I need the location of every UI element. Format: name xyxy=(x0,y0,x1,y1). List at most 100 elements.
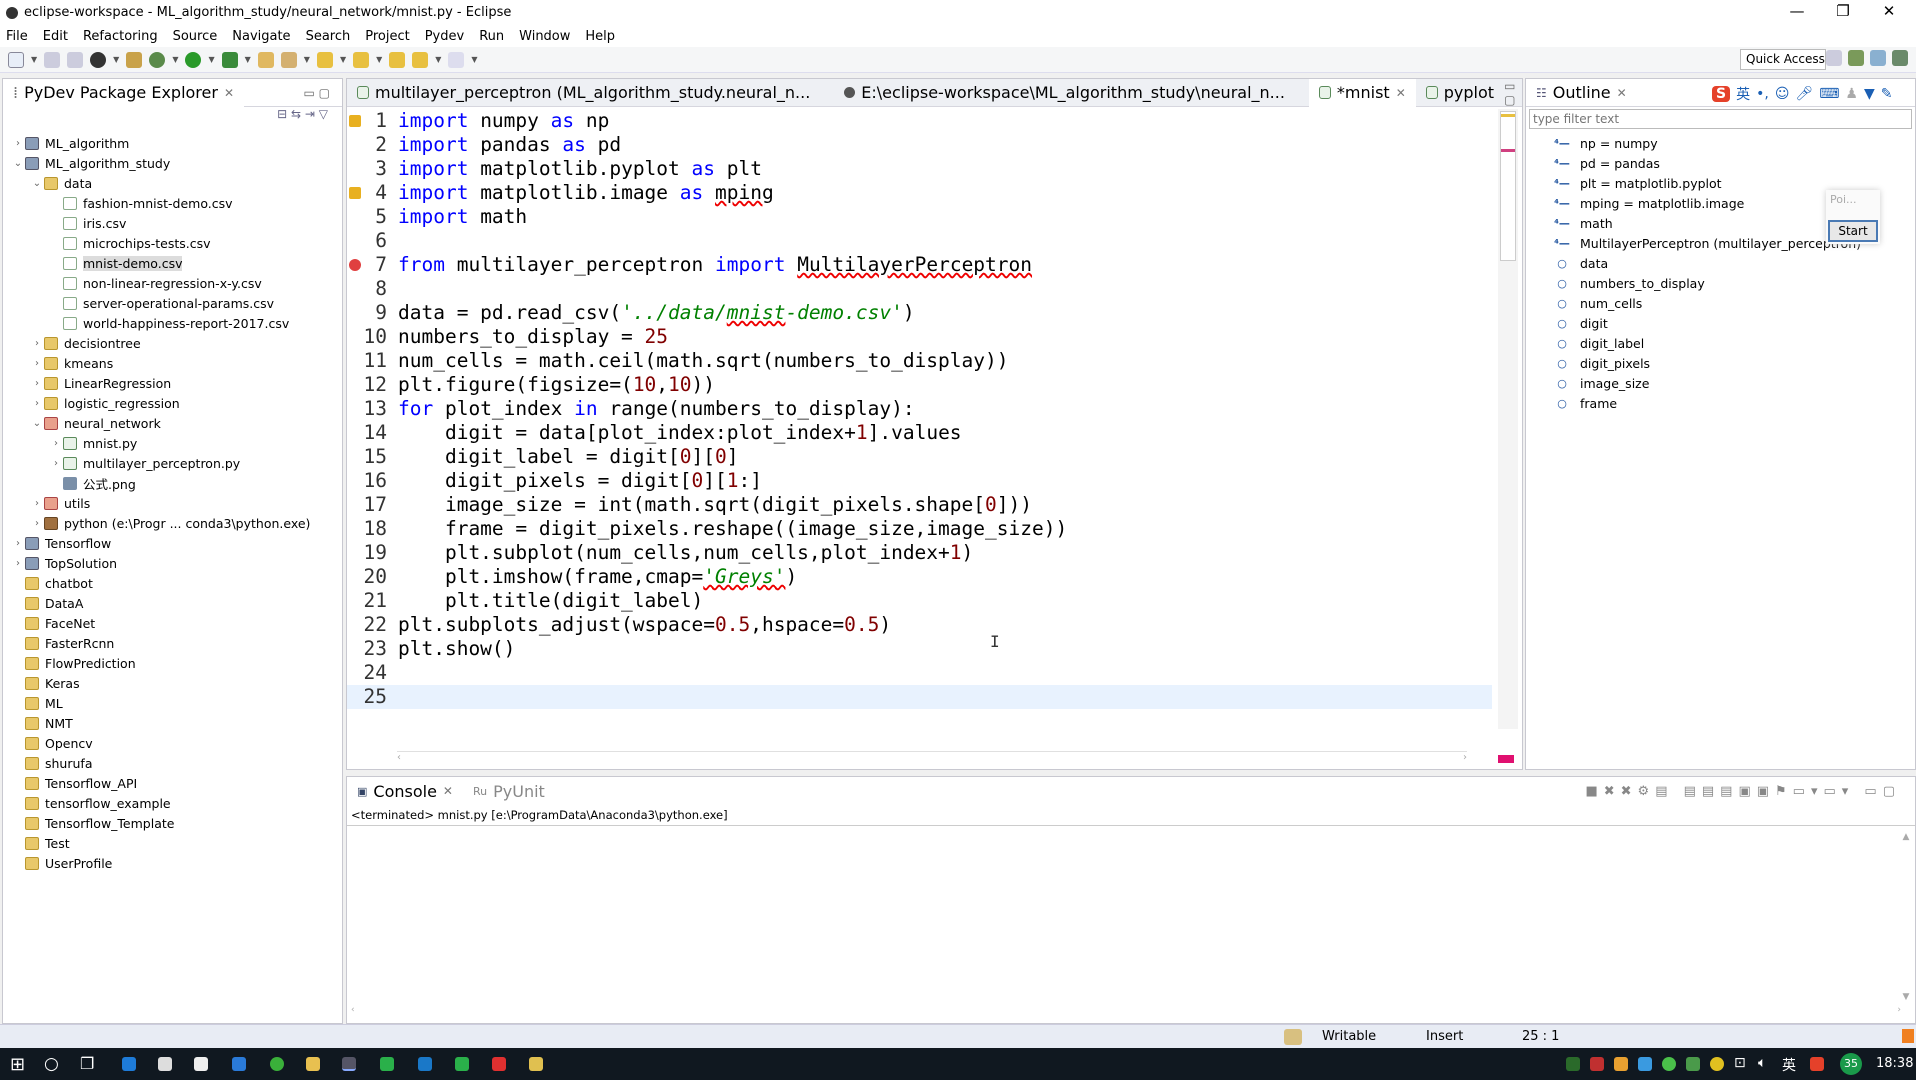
overview-ruler[interactable] xyxy=(1498,109,1518,729)
maximize-button[interactable]: ❐ xyxy=(1820,0,1866,25)
tree-item[interactable]: › TopSolution xyxy=(3,553,342,573)
explorer-icon[interactable] xyxy=(306,1057,320,1071)
collapse-all-icon[interactable]: ⊟ xyxy=(277,107,287,121)
outline-item[interactable]: ○ data xyxy=(1526,253,1915,273)
outline-item[interactable]: ⁴— pd = pandas xyxy=(1526,153,1915,173)
code-area[interactable]: 1 import numpy as np 2 import pandas as pd 3… xyxy=(347,109,1497,749)
open-perspective-icon[interactable] xyxy=(1826,50,1842,66)
code-line[interactable]: 14 digit = data[plot_index:plot_index+1]… xyxy=(347,421,1492,445)
tree-item[interactable]: UserProfile xyxy=(3,853,342,873)
dropdown-icon[interactable]: ▼ xyxy=(376,55,382,64)
chrome-icon[interactable] xyxy=(270,1057,284,1071)
menu-run[interactable]: Run xyxy=(479,29,504,44)
expand-icon[interactable]: › xyxy=(11,538,25,549)
tab-mnist[interactable]: *mnist ✕ xyxy=(1308,78,1416,107)
tree-item[interactable]: ⌄ neural_network xyxy=(3,413,342,433)
minimize-maximize-icon[interactable]: ▭ ▢ xyxy=(304,86,331,100)
run-icon[interactable] xyxy=(185,51,202,68)
dropdown-icon[interactable]: ▼ xyxy=(31,55,37,64)
outline-item[interactable]: ○ image_size xyxy=(1526,373,1915,393)
close-button[interactable]: ✕ xyxy=(1866,0,1912,25)
tree-item[interactable]: › multilayer_perceptron.py xyxy=(3,453,342,473)
code-line[interactable]: 13 for plot_index in range(numbers_to_dis… xyxy=(347,397,1492,421)
code-line[interactable]: 20 plt.imshow(frame,cmap='Greys') xyxy=(347,565,1492,589)
tree-item[interactable]: › logistic_regression xyxy=(3,393,342,413)
ie-icon[interactable] xyxy=(418,1057,432,1071)
collapse-icon[interactable]: ⌄ xyxy=(30,178,44,189)
expand-icon[interactable]: › xyxy=(11,138,25,149)
outline-item[interactable]: ○ frame xyxy=(1526,393,1915,413)
menu-project[interactable]: Project xyxy=(365,29,409,44)
code-line[interactable]: 7 from multilayer_perceptron import Multi… xyxy=(347,253,1492,277)
quick-access-field[interactable]: Quick Access xyxy=(1740,49,1826,70)
box-icon[interactable] xyxy=(1638,1057,1652,1071)
scroll-thumb[interactable] xyxy=(1500,111,1516,261)
sogou-tray-icon[interactable] xyxy=(1810,1057,1824,1071)
code-line[interactable]: 18 frame = digit_pixels.reshape((image_s… xyxy=(347,517,1492,541)
tree-item[interactable]: Tensorflow_API xyxy=(3,773,342,793)
code-line[interactable]: 1 import numpy as np xyxy=(347,109,1492,133)
tree-item[interactable]: ML xyxy=(3,693,342,713)
last-edit-icon[interactable] xyxy=(389,51,406,68)
expand-icon[interactable]: › xyxy=(30,338,44,349)
warning-marker[interactable] xyxy=(1501,114,1515,117)
menu-search[interactable]: Search xyxy=(306,29,351,44)
pycharm-icon[interactable] xyxy=(380,1057,394,1071)
code-line[interactable]: 4 import matplotlib.image as mping xyxy=(347,181,1492,205)
code-line[interactable]: 25 xyxy=(347,685,1492,709)
menu-help[interactable]: Help xyxy=(585,29,615,44)
tree-item[interactable]: world-happiness-report-2017.csv xyxy=(3,313,342,333)
wechat-icon[interactable] xyxy=(1662,1057,1676,1071)
tree-item[interactable]: FasterRcnn xyxy=(3,633,342,653)
app-icon[interactable] xyxy=(455,1057,469,1071)
dropdown-icon[interactable]: ▼ xyxy=(471,55,477,64)
code-line[interactable]: 22 plt.subplots_adjust(wspace=0.5,hspace=… xyxy=(347,613,1492,637)
clock[interactable]: 18:38 xyxy=(1876,1056,1913,1071)
code-line[interactable]: 6 xyxy=(347,229,1492,253)
tab-pyplot[interactable]: pyplot xyxy=(1416,79,1504,107)
code-line[interactable]: 16 digit_pixels = digit[0][1:] xyxy=(347,469,1492,493)
code-line[interactable]: 10 numbers_to_display = 25 xyxy=(347,325,1492,349)
ime-indicator[interactable]: 英 xyxy=(1782,1055,1796,1075)
eclipse-taskbar-icon[interactable] xyxy=(342,1057,356,1071)
dropdown-icon[interactable]: ▼ xyxy=(245,55,251,64)
save-all-icon[interactable] xyxy=(67,51,84,68)
dropdown-icon[interactable]: ▼ xyxy=(435,55,441,64)
start-button[interactable]: Start xyxy=(1828,220,1878,242)
code-line[interactable]: 11 num_cells = math.ceil(math.sqrt(number… xyxy=(347,349,1492,373)
search-icon[interactable]: ○ xyxy=(44,1054,59,1074)
menu-edit[interactable]: Edit xyxy=(43,29,68,44)
tree-item[interactable]: FlowPrediction xyxy=(3,653,342,673)
tab-package-explorer[interactable]: ⁞ PyDev Package Explorer ✕ xyxy=(3,78,245,107)
outline-item[interactable]: ○ digit xyxy=(1526,313,1915,333)
expand-icon[interactable]: › xyxy=(30,358,44,369)
open-type-icon[interactable] xyxy=(126,51,143,68)
code-line[interactable]: 2 import pandas as pd xyxy=(347,133,1492,157)
dropdown-icon[interactable]: ▼ xyxy=(172,55,178,64)
tree-item[interactable]: ⌄ ML_algorithm_study xyxy=(3,153,342,173)
tree-item[interactable]: DataA xyxy=(3,593,342,613)
tree-item[interactable]: FaceNet xyxy=(3,613,342,633)
menu-navigate[interactable]: Navigate xyxy=(232,29,290,44)
dropdown-icon[interactable]: ▼ xyxy=(304,55,310,64)
forward-icon[interactable] xyxy=(448,51,465,68)
code-line[interactable]: 3 import matplotlib.pyplot as plt xyxy=(347,157,1492,181)
console-hscrollbar[interactable]: ‹ › xyxy=(351,1005,1901,1017)
expand-icon[interactable]: › xyxy=(30,498,44,509)
console-toolbar[interactable]: ■✖✖⚙▤ ▤▤▤▣▣⚑▭▾▭▾ ▭▢ xyxy=(1585,784,1901,799)
plus-icon[interactable] xyxy=(1710,1057,1724,1071)
debug-perspective-icon[interactable] xyxy=(1892,50,1908,66)
qq-icon[interactable] xyxy=(1614,1057,1628,1071)
wrench-icon[interactable]: ✎ xyxy=(1881,86,1893,102)
code-line[interactable]: 8 xyxy=(347,277,1492,301)
tree-item[interactable]: iris.csv xyxy=(3,213,342,233)
user-icon[interactable]: ♟ xyxy=(1845,86,1858,102)
outline-item[interactable]: ○ num_cells xyxy=(1526,293,1915,313)
tree-item[interactable]: fashion-mnist-demo.csv xyxy=(3,193,342,213)
outline-item[interactable]: ○ digit_label xyxy=(1526,333,1915,353)
debug-icon[interactable] xyxy=(149,51,166,68)
tree-item[interactable]: › utils xyxy=(3,493,342,513)
security-icon[interactable] xyxy=(1686,1057,1700,1071)
expand-icon[interactable]: › xyxy=(30,398,44,409)
code-line[interactable]: 17 image_size = int(math.sqrt(digit_pixe… xyxy=(347,493,1492,517)
